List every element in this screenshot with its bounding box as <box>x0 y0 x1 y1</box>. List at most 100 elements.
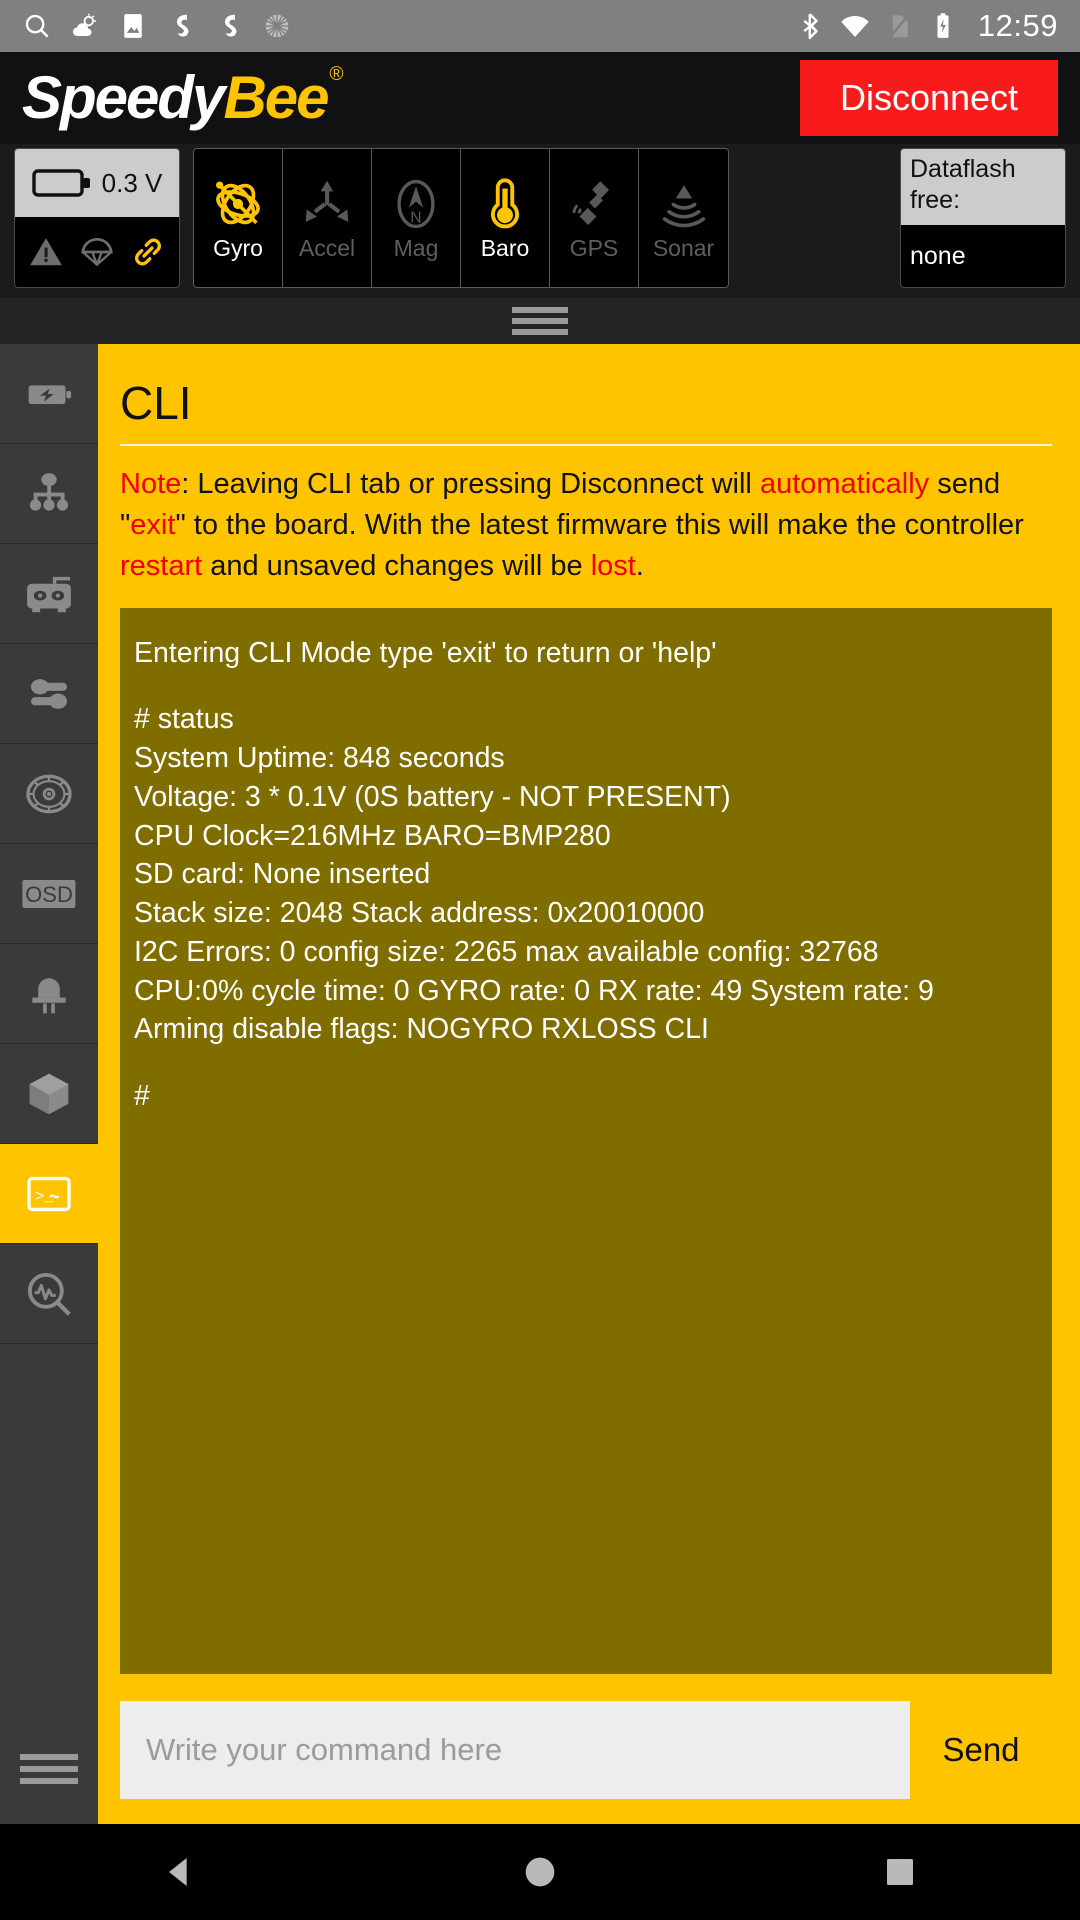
sidebar-item-ports[interactable] <box>0 444 98 544</box>
nav-home-button[interactable] <box>480 1824 600 1920</box>
cli-input-row: Send <box>120 1696 1052 1804</box>
cli-console-output[interactable]: Entering CLI Mode type 'exit' to return … <box>120 607 1052 1674</box>
accel-icon <box>305 180 349 222</box>
battery-panel[interactable]: 0.3 V <box>14 148 180 288</box>
sim-off-icon <box>888 13 910 39</box>
console-line: Stack size: 2048 Stack address: 0x200100… <box>134 897 705 930</box>
dataflash-panel[interactable]: Dataflash free: none <box>900 148 1066 288</box>
back-icon <box>169 1858 187 1886</box>
sidebar-item-modes[interactable] <box>0 644 98 744</box>
svg-text:x: x <box>862 28 869 40</box>
note-segment-1: : Leaving CLI tab or pressing Disconnect… <box>181 468 760 500</box>
gps-icon <box>572 180 609 225</box>
sidebar-item-leds[interactable] <box>0 944 98 1044</box>
home-icon <box>525 1857 555 1887</box>
logo-text-bee: Bee <box>223 64 329 131</box>
sidebar-drag-handle[interactable] <box>0 1714 98 1824</box>
console-line: Voltage: 3 * 0.1V (0S battery - NOT PRES… <box>134 780 731 813</box>
transmitter-icon <box>27 576 71 612</box>
terminal-icon: >_ <box>27 1176 71 1211</box>
sidebar-item-osd[interactable]: OSD <box>0 844 98 944</box>
weather-icon <box>73 13 96 36</box>
sensor-label-mag: Mag <box>393 234 439 261</box>
sensor-label-sonar: Sonar <box>652 234 715 261</box>
speedybee-logo: Speedy Bee ® <box>22 64 344 131</box>
warning-triangle-icon <box>30 238 63 266</box>
android-status-bar: x 12:59 <box>0 0 1080 52</box>
sidebar-drag-handle-icon <box>20 1754 78 1784</box>
dataflash-value: none <box>910 241 966 270</box>
page-title: CLI <box>120 377 192 429</box>
sensor-tile-sonar[interactable]: Sonar <box>639 149 728 287</box>
sensor-tile-mag[interactable]: N Mag <box>372 149 461 287</box>
console-line: Entering CLI Mode type 'exit' to return … <box>134 636 717 669</box>
battery-voltage-row: 0.3 V <box>15 149 179 217</box>
console-line: CPU:0% cycle time: 0 GYRO rate: 0 RX rat… <box>134 974 934 1007</box>
sidebar-item-cli[interactable]: >_ <box>0 1144 98 1244</box>
command-input[interactable] <box>120 1701 910 1799</box>
console-line: CPU Clock=216MHz BARO=BMP280 <box>134 819 611 852</box>
nav-back-button[interactable] <box>120 1824 240 1920</box>
note-segment-2: automatically <box>759 468 930 500</box>
console-line: I2C Errors: 0 config size: 2265 max avai… <box>134 935 879 968</box>
sensor-tile-accel[interactable]: Accel <box>283 149 372 287</box>
app-screen: x 12:59 Speedy Bee ® Disconnect 0.3 V Gy… <box>0 0 1080 1920</box>
sensor-tiles: Gyro Accel N Mag Baro GPS Sonar <box>193 148 729 288</box>
sensor-tile-gps[interactable]: GPS <box>550 149 639 287</box>
sensor-label-gps: GPS <box>569 234 619 261</box>
battery-charging-icon <box>937 13 949 38</box>
android-nav-bar <box>0 1824 1080 1920</box>
sliders-icon <box>31 678 67 709</box>
sensor-status-bar: 0.3 V Gyro Accel N Mag Baro GPS Sonar Da… <box>0 144 1080 298</box>
svg-text:N: N <box>410 209 421 226</box>
disconnect-button[interactable]: Disconnect <box>800 60 1058 136</box>
note-segment-5: " to the board. With the latest firmware… <box>175 509 1024 542</box>
note-segment-0: Note <box>120 468 182 500</box>
battery-icon <box>31 169 90 197</box>
svg-text:>_: >_ <box>35 1188 54 1205</box>
waveform-search-icon <box>27 1272 71 1316</box>
nav-recents-button[interactable] <box>840 1824 960 1920</box>
sync-icon <box>176 14 189 37</box>
note-segment-7: and unsaved changes will be <box>202 550 591 583</box>
sidebar-item-blackbox[interactable] <box>0 1044 98 1144</box>
drag-handle-icon <box>512 307 568 335</box>
sidebar-item-motors[interactable] <box>0 744 98 844</box>
propeller-icon <box>26 774 72 813</box>
sidebar-item-power-battery[interactable] <box>0 344 98 444</box>
sensor-label-accel: Accel <box>298 234 356 261</box>
note-segment-6: restart <box>120 550 203 583</box>
sonar-icon <box>662 184 705 227</box>
app-header: Speedy Bee ® Disconnect <box>0 52 1080 144</box>
cli-panel: CLI Note: Leaving CLI tab or pressing Di… <box>98 344 1080 1824</box>
sidebar-item-receiver[interactable] <box>0 544 98 644</box>
status-bar-right-icons: x 12:59 <box>796 8 1058 44</box>
sidebar-item-sensors-analyze[interactable] <box>0 1244 98 1344</box>
recents-icon <box>887 1859 913 1885</box>
network-tree-icon <box>29 472 69 511</box>
dataflash-title: Dataflash free: <box>901 149 1065 225</box>
console-line: # status <box>134 703 234 736</box>
note-segment-8: lost <box>590 550 636 583</box>
sensor-tile-gyro[interactable]: Gyro <box>194 149 283 287</box>
sensor-label-baro: Baro <box>480 234 530 261</box>
console-line: # <box>134 1080 150 1113</box>
loading-icon <box>265 14 289 38</box>
led-icon <box>32 977 66 1013</box>
title-divider <box>120 444 1052 446</box>
logo-text-speedy: Speedy <box>22 64 225 131</box>
note-segment-9: . <box>635 550 644 583</box>
link-icon <box>134 238 161 266</box>
svg-text:OSD: OSD <box>25 882 73 907</box>
sensor-tile-baro[interactable]: Baro <box>461 149 550 287</box>
cli-warning-note: Note: Leaving CLI tab or pressing Discon… <box>120 464 1052 608</box>
image-icon <box>124 14 142 38</box>
status-bar-clock: 12:59 <box>977 8 1058 43</box>
mag-icon: N <box>397 179 435 228</box>
send-button[interactable]: Send <box>910 1701 1052 1799</box>
panel-drag-handle[interactable] <box>0 298 1080 344</box>
bluetooth-icon <box>803 13 818 40</box>
main-body: OSD >_ CLI Note: Leaving CLI tab or pres… <box>0 344 1080 1824</box>
